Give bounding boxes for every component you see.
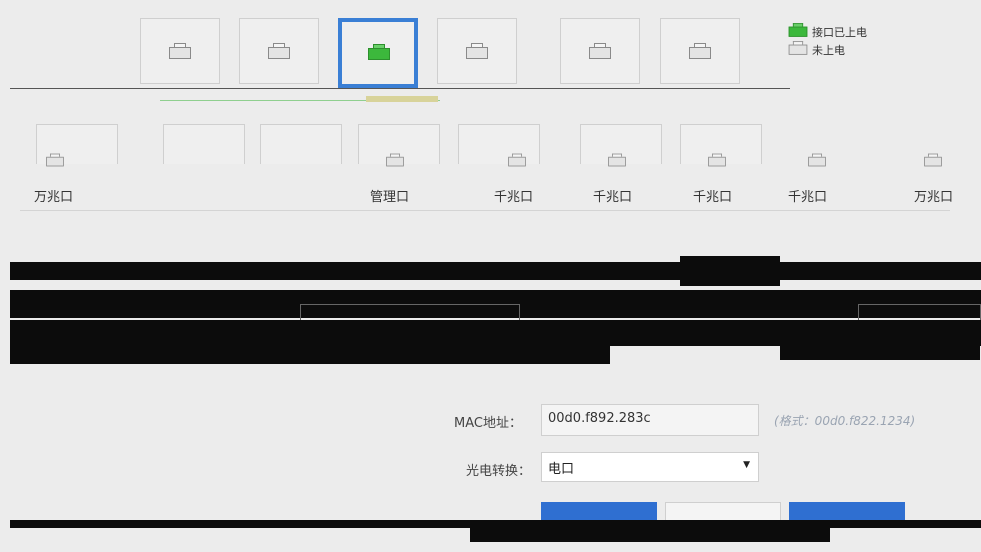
- glitch-band: [10, 346, 610, 364]
- port-unpowered-icon: [608, 153, 626, 167]
- glitch-band: [780, 346, 980, 360]
- port-label-r2-5: 千兆口: [693, 190, 733, 205]
- port-label-r2-7: 万兆口: [914, 190, 954, 205]
- legend-powered-label: 接口已上电: [812, 26, 867, 39]
- glitch-band: [680, 256, 780, 286]
- row1-divider: [10, 88, 790, 89]
- port-unpowered-icon: [466, 43, 488, 59]
- port-label-r2-1: 万兆口: [34, 190, 74, 205]
- optic-convert-label: 光电转换：: [466, 464, 532, 479]
- port-box-1[interactable]: [140, 18, 220, 84]
- port-unpowered-icon: [708, 153, 726, 167]
- port-unpowered-icon: [589, 43, 611, 59]
- port-box-r2-5[interactable]: [458, 124, 540, 164]
- glitch-band: [10, 320, 981, 346]
- port-unpowered-icon: [268, 43, 290, 59]
- port-label-r2-2: 管理口: [370, 190, 410, 205]
- mac-address-input[interactable]: 00d0.f892.283c: [541, 404, 759, 436]
- port-unpowered-icon: [689, 43, 711, 59]
- port-label-r2-3: 千兆口: [494, 190, 534, 205]
- port-unpowered-icon: [46, 153, 64, 167]
- selected-port-highlight: [366, 96, 438, 102]
- row2-divider: [20, 210, 950, 211]
- port-label-r2-6: 千兆口: [788, 190, 828, 205]
- glitch-band: [470, 522, 830, 542]
- port-box-r2-2[interactable]: [163, 124, 245, 164]
- port-box-2[interactable]: [239, 18, 319, 84]
- port-box-r2-3[interactable]: [260, 124, 342, 164]
- port-unpowered-icon: [508, 153, 526, 167]
- optic-convert-value: 电口: [548, 462, 575, 477]
- mac-address-label: MAC地址：: [454, 416, 522, 431]
- unpowered-legend-icon: [788, 41, 808, 55]
- port-box-4[interactable]: [437, 18, 517, 84]
- legend-unpowered-label: 未上电: [812, 44, 845, 57]
- port-unpowered-icon: [808, 153, 826, 167]
- glitch-band: [10, 262, 981, 280]
- port-unpowered-icon: [169, 43, 191, 59]
- port-label-r2-4: 千兆口: [593, 190, 633, 205]
- port-unpowered-icon: [386, 153, 404, 167]
- port-unpowered-icon: [924, 153, 942, 167]
- powered-legend-icon: [788, 23, 808, 37]
- port-box-5[interactable]: [560, 18, 640, 84]
- port-box-6[interactable]: [660, 18, 740, 84]
- mac-format-hint: (格式：00d0.f822.1234): [774, 414, 916, 428]
- port-box-3-selected[interactable]: [338, 18, 418, 88]
- chevron-down-icon: ▼: [743, 460, 750, 470]
- port-powered-icon: [368, 44, 390, 60]
- optic-convert-select[interactable]: 电口 ▼: [541, 452, 759, 482]
